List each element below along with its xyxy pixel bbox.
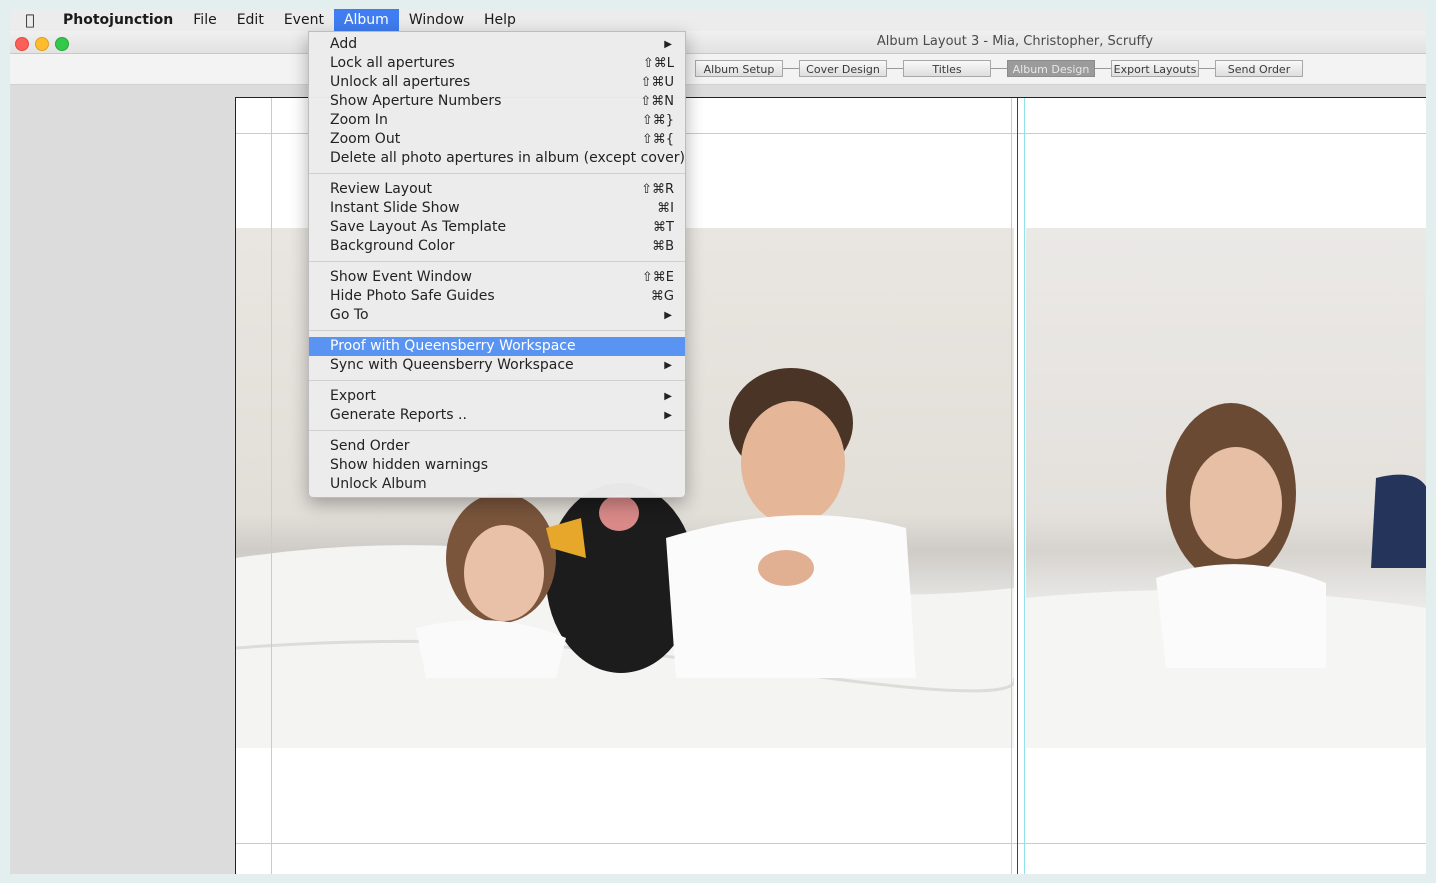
submenu-arrow-icon: ▶ [664,410,672,421]
minimize-window-icon[interactable] [35,37,49,51]
menu-item-export[interactable]: Export ▶ [309,387,685,406]
shortcut-label: ⇧⌘E [641,270,674,285]
shortcut-label: ⇧⌘R [641,182,674,197]
menu-item-label: Review Layout [330,181,432,197]
step-connector [1095,68,1111,69]
submenu-arrow-icon: ▶ [664,360,672,371]
menu-item-show-hidden-warnings[interactable]: Show hidden warnings [309,456,685,475]
step-connector [887,68,903,69]
menu-item-save-layout-as-template[interactable]: Save Layout As Template ⌘T [309,218,685,237]
submenu-arrow-icon: ▶ [664,39,672,50]
menu-item-generate-reports[interactable]: Generate Reports .. ▶ [309,406,685,425]
girl-lying-photo [1026,403,1426,748]
safe-guide-line [271,98,272,874]
shortcut-label: ⇧⌘L [642,56,674,71]
menu-separator [309,380,685,381]
workflow-steps: Album Setup Cover Design Titles Album De… [695,60,1303,77]
menu-item-label: Proof with Queensberry Workspace [330,338,576,354]
menu-item-label: Lock all apertures [330,55,455,71]
shortcut-label: ⇧⌘{ [641,132,674,147]
step-cover-design[interactable]: Cover Design [799,60,887,77]
menu-item-background-color[interactable]: Background Color ⌘B [309,237,685,256]
menu-app-name[interactable]: Photojunction [50,9,183,31]
menu-item-sync-with-queensberry[interactable]: Sync with Queensberry Workspace ▶ [309,356,685,375]
menu-item-zoom-out[interactable]: Zoom Out ⇧⌘{ [309,130,685,149]
menu-bar:  Photojunction File Edit Event Album Wi… [10,9,1426,31]
menu-item-show-event-window[interactable]: Show Event Window ⇧⌘E [309,268,685,287]
menu-item-label: Export [330,388,376,404]
submenu-arrow-icon: ▶ [664,391,672,402]
menu-separator [309,173,685,174]
menu-item-zoom-in[interactable]: Zoom In ⇧⌘} [309,111,685,130]
shortcut-label: ⌘I [657,201,674,216]
menu-item-label: Generate Reports .. [330,407,467,423]
screen:  Photojunction File Edit Event Album Wi… [10,9,1426,874]
menu-item-unlock-all-apertures[interactable]: Unlock all apertures ⇧⌘U [309,73,685,92]
menu-item-label: Sync with Queensberry Workspace [330,357,574,373]
menu-edit[interactable]: Edit [227,9,274,31]
menu-item-go-to[interactable]: Go To ▶ [309,306,685,325]
apple-logo-icon[interactable]:  [10,11,50,29]
menu-event[interactable]: Event [274,9,334,31]
shortcut-label: ⇧⌘} [641,113,674,128]
menu-item-add[interactable]: Add ▶ [309,35,685,54]
shortcut-label: ⇧⌘U [640,75,674,90]
safe-guide-line [1011,98,1012,874]
menu-item-label: Instant Slide Show [330,200,460,216]
step-send-order[interactable]: Send Order [1215,60,1303,77]
menu-item-label: Background Color [330,238,455,254]
step-album-setup[interactable]: Album Setup [695,60,783,77]
step-connector [991,68,1007,69]
step-connector [1199,68,1215,69]
menu-item-label: Show hidden warnings [330,457,489,473]
window-title: Album Layout 3 - Mia, Christopher, Scruf… [876,34,1154,49]
menu-item-delete-all-apertures[interactable]: Delete all photo apertures in album (exc… [309,149,685,168]
menu-item-show-aperture-numbers[interactable]: Show Aperture Numbers ⇧⌘N [309,92,685,111]
menu-item-proof-with-queensberry[interactable]: Proof with Queensberry Workspace [309,337,685,356]
menu-item-label: Save Layout As Template [330,219,507,235]
menu-separator [309,430,685,431]
menu-item-label: Show Event Window [330,269,472,285]
zoom-window-icon[interactable] [55,37,69,51]
menu-item-review-layout[interactable]: Review Layout ⇧⌘R [309,180,685,199]
menu-item-label: Hide Photo Safe Guides [330,288,495,304]
menu-window[interactable]: Window [399,9,474,31]
menu-album[interactable]: Album [333,9,399,31]
menu-separator [309,330,685,331]
menu-item-label: Unlock Album [330,476,427,492]
shortcut-label: ⌘T [653,220,674,235]
step-export-layouts[interactable]: Export Layouts [1111,60,1199,77]
menu-item-instant-slide-show[interactable]: Instant Slide Show ⌘I [309,199,685,218]
safe-guide-line [236,843,1426,844]
menu-item-lock-all-apertures[interactable]: Lock all apertures ⇧⌘L [309,54,685,73]
shortcut-label: ⇧⌘N [640,94,674,109]
step-titles[interactable]: Titles [903,60,991,77]
menu-item-hide-photo-safe-guides[interactable]: Hide Photo Safe Guides ⌘G [309,287,685,306]
menu-item-unlock-album[interactable]: Unlock Album [309,475,685,494]
step-album-design[interactable]: Album Design [1007,60,1095,77]
close-window-icon[interactable] [15,37,29,51]
toolbar: Album Setup Cover Design Titles Album De… [10,54,1426,85]
menu-help[interactable]: Help [474,9,526,31]
menu-item-send-order[interactable]: Send Order [309,437,685,456]
window-title-bar: Album Layout 3 - Mia, Christopher, Scruf… [10,31,1426,54]
spread-spine-line [1017,98,1018,874]
photo-aperture-right[interactable] [1026,228,1426,748]
menu-item-label: Delete all photo apertures in album (exc… [330,150,686,166]
safe-guide-line [1024,98,1025,874]
menu-file[interactable]: File [183,9,226,31]
menu-separator [309,261,685,262]
menu-item-label: Zoom Out [330,131,401,147]
menu-item-label: Unlock all apertures [330,74,471,90]
menu-item-label: Zoom In [330,112,388,128]
menu-item-label: Add [330,36,358,52]
step-connector [783,68,799,69]
menu-item-label: Show Aperture Numbers [330,93,502,109]
shortcut-label: ⌘B [652,239,674,254]
menu-item-label: Go To [330,307,369,323]
menu-item-label: Send Order [330,438,410,454]
album-dropdown-menu: Add ▶ Lock all apertures ⇧⌘L Unlock all ap… [308,31,686,498]
shortcut-label: ⌘G [650,289,674,304]
submenu-arrow-icon: ▶ [664,310,672,321]
